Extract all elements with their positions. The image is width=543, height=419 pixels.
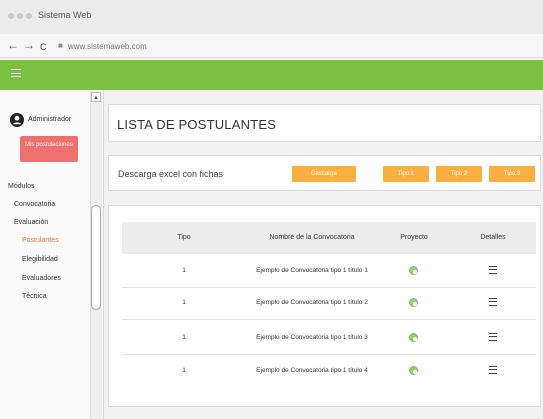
column-header-tipo: Tipo: [122, 222, 246, 254]
reload-icon[interactable]: C: [40, 40, 47, 54]
browser-tab-title[interactable]: Sistema Web: [38, 10, 91, 20]
modules-heading: Módulos: [8, 183, 35, 190]
table-row-2-tipo: 1: [182, 299, 186, 306]
window-close-icon[interactable]: [8, 13, 14, 19]
row-divider: [122, 354, 536, 355]
column-header-proyecto: Proyecto: [378, 222, 450, 254]
row-divider: [122, 319, 536, 320]
sidebar-item-postulantes[interactable]: Postulantes: [22, 237, 59, 244]
lock-icon: ■: [58, 41, 63, 50]
download-description: Descarga excel con fichas: [118, 169, 224, 179]
sidebar-item-convocatoria[interactable]: Convocatoria: [14, 201, 55, 208]
eye-icon[interactable]: [409, 333, 418, 342]
forward-arrow-icon[interactable]: →: [23, 38, 35, 52]
eye-icon[interactable]: [409, 366, 418, 375]
type-2-button[interactable]: Tipo 2: [436, 166, 482, 182]
column-header-nombre: Nombre de la Convocatoria: [246, 222, 378, 254]
user-name: Administrador: [28, 116, 72, 123]
sidebar-item-elegibilidad[interactable]: Elegibilidad: [22, 256, 58, 263]
sidebar-item-evaluadores[interactable]: Evaluadores: [22, 275, 61, 282]
app-header: [0, 60, 543, 90]
my-applications-button[interactable]: Mis postulaciones: [20, 136, 78, 162]
type-3-button[interactable]: Tipo 3: [489, 166, 535, 182]
window-minimize-icon[interactable]: [17, 13, 23, 19]
table-row-3-tipo: 1: [182, 334, 186, 341]
download-button[interactable]: Descarga: [292, 166, 356, 182]
url-field[interactable]: www.sistemaweb.com: [68, 42, 147, 51]
eye-icon[interactable]: [409, 266, 418, 275]
window-maximize-icon[interactable]: [26, 13, 32, 19]
type-1-button[interactable]: Tipo 1: [383, 166, 429, 182]
table-row-3-nombre: Ejemplo de Convocatoria tipo 1 título 3: [256, 334, 368, 341]
table-row-4-nombre: Ejemplo de Convocatoria tipo 1 título 4: [256, 367, 368, 374]
list-icon[interactable]: [489, 333, 497, 341]
back-arrow-icon[interactable]: ←: [7, 38, 19, 52]
list-icon[interactable]: [489, 298, 497, 306]
list-icon[interactable]: [489, 266, 497, 274]
table-row-4-tipo: 1: [182, 367, 186, 374]
hamburger-icon[interactable]: [11, 69, 21, 77]
eye-icon[interactable]: [409, 298, 418, 307]
scroll-up-arrow-icon[interactable]: ▲: [91, 92, 101, 102]
table-row-1-nombre: Ejemplo de Convocatoria tipo 1 título 1: [256, 267, 368, 274]
sidebar-item-tecnica[interactable]: Técnica: [22, 293, 47, 300]
column-header-detalles: Detalles: [450, 222, 536, 254]
table-row-2-nombre: Ejemplo de Convocatoria tipo 1 título 2: [256, 299, 368, 306]
page-title: LISTA DE POSTULANTES: [117, 117, 277, 132]
user-circle-icon: [10, 113, 24, 127]
scrollbar-thumb[interactable]: [91, 205, 101, 310]
sidebar-item-evaluacion[interactable]: Evaluación: [14, 219, 48, 226]
table-row-1-tipo: 1: [182, 267, 186, 274]
list-icon[interactable]: [489, 366, 497, 374]
